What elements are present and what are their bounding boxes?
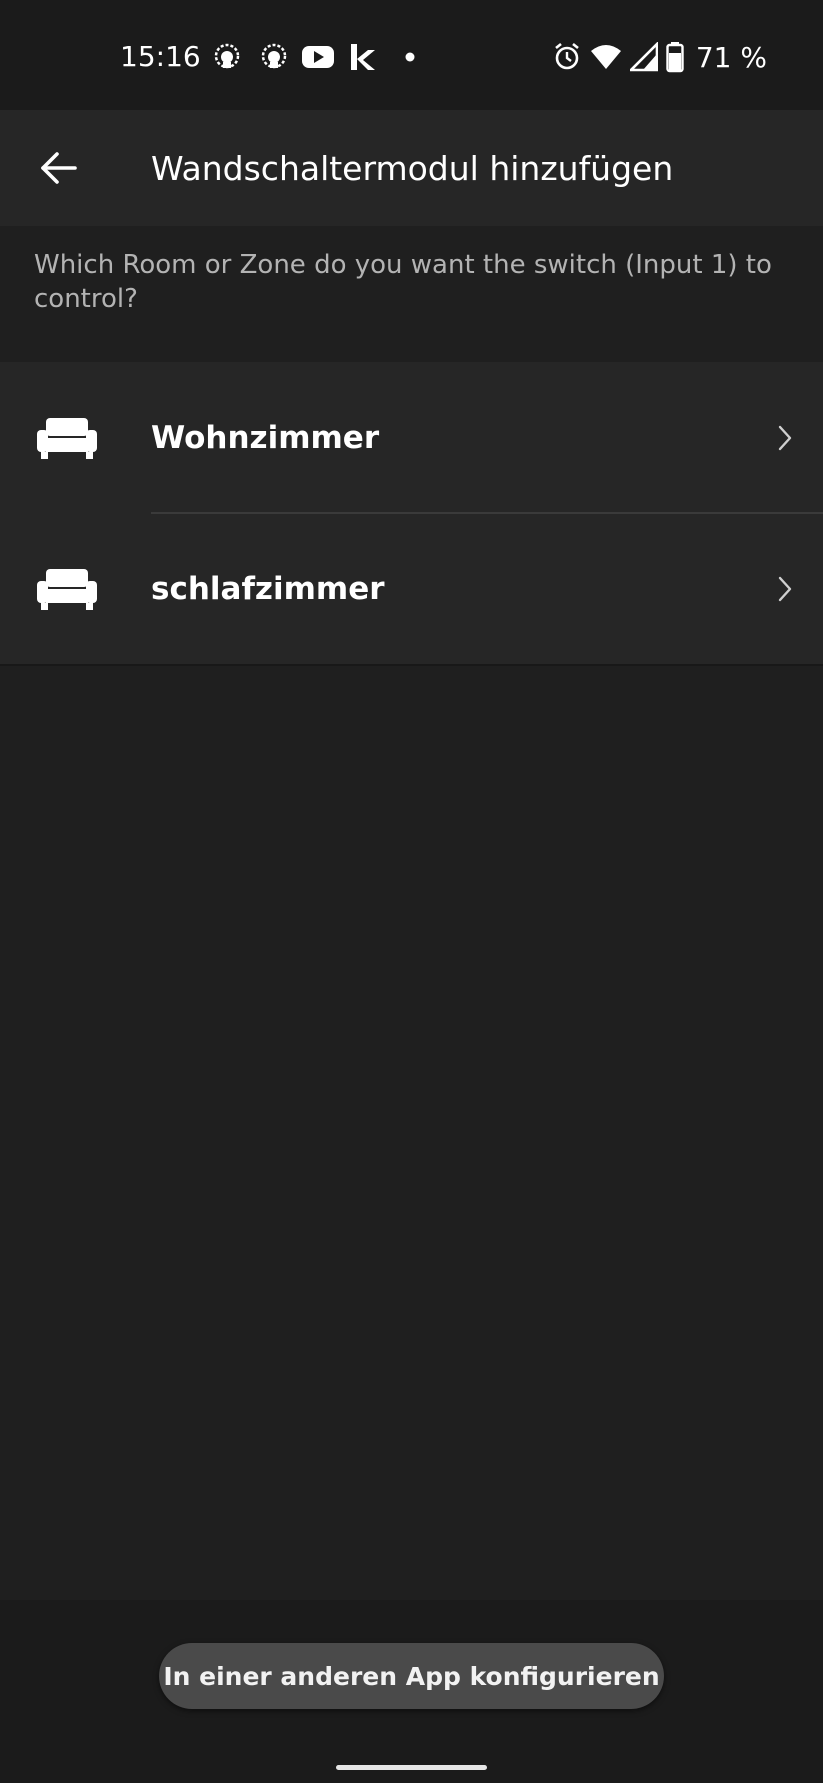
room-item-wohnzimmer[interactable]: Wohnzimmer: [0, 362, 823, 514]
status-time: 15:16: [120, 40, 201, 73]
lion-app-icon: [261, 43, 287, 69]
arrow-left-icon: [41, 152, 77, 184]
prompt-text: Which Room or Zone do you want the switc…: [34, 250, 772, 314]
chevron-right-icon: [778, 425, 792, 450]
lion-app-icon: [214, 43, 240, 69]
wifi-icon: [590, 45, 621, 69]
cellular-signal-icon: [629, 42, 658, 72]
room-item-schlafzimmer[interactable]: schlafzimmer: [0, 513, 823, 664]
status-right-group: 71 %: [552, 40, 767, 74]
notification-dot-icon: [405, 52, 415, 62]
room-label: schlafzimmer: [151, 570, 385, 607]
battery-icon: [666, 42, 684, 73]
sofa-icon: [37, 417, 97, 459]
configure-in-other-app-button[interactable]: In einer anderen App konfigurieren: [159, 1643, 664, 1709]
room-list: Wohnzimmer schlafzimmer: [0, 362, 823, 666]
home-indicator[interactable]: [336, 1765, 487, 1770]
room-label: Wohnzimmer: [151, 419, 380, 456]
alarm-icon: [555, 42, 579, 70]
page-title: Wandschaltermodul hinzufügen: [151, 148, 674, 188]
youtube-icon: [302, 46, 334, 68]
sofa-icon: [37, 568, 97, 610]
back-button[interactable]: [30, 140, 86, 196]
chevron-right-icon: [778, 576, 792, 601]
k-app-icon: [351, 44, 375, 70]
app-bar: Wandschaltermodul hinzufügen: [0, 110, 823, 226]
status-bar: 15:16 71 %: [0, 0, 823, 110]
battery-percent: 71 %: [695, 40, 767, 74]
bottom-bar: In einer anderen App konfigurieren: [0, 1600, 823, 1783]
